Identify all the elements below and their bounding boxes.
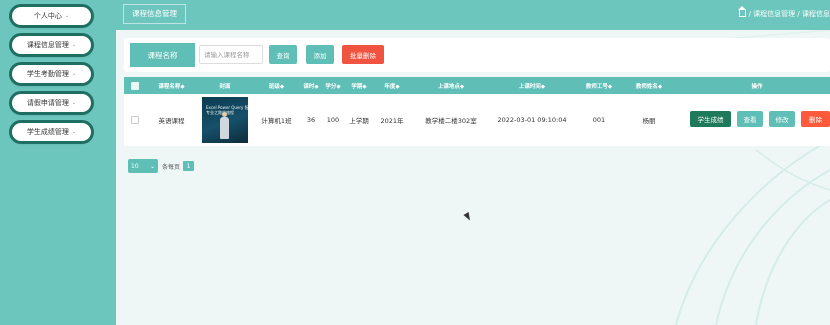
home-icon[interactable] [737, 6, 746, 17]
query-button[interactable]: 查询 [269, 45, 297, 64]
cell-year: 2021年 [380, 117, 404, 125]
select-all-checkbox[interactable] [130, 77, 140, 94]
nav-item-course-management[interactable]: 课程信息管理 ⌄ [12, 36, 91, 54]
per-page-label: 条每页 [162, 163, 181, 171]
add-button[interactable]: 添加 [306, 45, 334, 64]
table-header: 课程名称◆ 封面 班级◆ 课时◆ 学分◆ 学期◆ 年度◆ 上课地点◆ 上课时间◆… [124, 77, 830, 94]
nav-item-label: 学生成绩管理 [26, 128, 69, 136]
header-class[interactable]: 班级◆ [254, 77, 299, 94]
course-name-search-input[interactable] [199, 45, 263, 64]
page-size-select[interactable]: 10 ⌄ [128, 159, 158, 173]
header-hours[interactable]: 课时◆ [300, 77, 322, 94]
edit-button[interactable]: 修改 [769, 111, 795, 127]
background-decoration [495, 30, 830, 325]
cell-class: 计算机1班 [261, 117, 292, 125]
delete-button[interactable]: 删除 [801, 111, 830, 127]
student-grades-button[interactable]: 学生成绩 [690, 111, 731, 127]
cover-title: Excel Power Query 智能 专业之路的旅程 [206, 105, 248, 116]
cell-location: 教学楼二楼302室 [425, 117, 477, 125]
header-term[interactable]: 学期◆ [344, 77, 374, 94]
course-table: 课程名称◆ 封面 班级◆ 课时◆ 学分◆ 学期◆ 年度◆ 上课地点◆ 上课时间◆… [124, 77, 830, 146]
nav-item-label: 课程信息管理 [26, 41, 69, 49]
row-checkbox[interactable] [130, 94, 140, 146]
chevron-down-icon: ⌄ [71, 100, 77, 106]
page-title: 课程信息管理 [123, 4, 186, 24]
header-teacher-id[interactable]: 教师工号◆ [574, 77, 624, 94]
cell-course-name: 英语课程 [158, 117, 185, 125]
cell-term: 上学期 [349, 117, 369, 125]
search-bar: 课程名称 查询 添加 批量删除 [124, 38, 830, 72]
chevron-down-icon: ⌄ [71, 42, 77, 48]
main-content: 课程名称 查询 添加 批量删除 课程名称◆ 封面 班级◆ 课时◆ 学分◆ 学期◆… [116, 30, 830, 325]
breadcrumb-text: / 课程信息管理 / 课程信息 [748, 10, 830, 18]
cell-time: 2022-03-01 09:10:04 [497, 116, 567, 124]
course-name-label: 课程名称 [130, 43, 195, 67]
chevron-down-icon: ⌄ [71, 71, 77, 77]
page-number-button[interactable]: 1 [183, 161, 195, 171]
chevron-down-icon: ⌄ [149, 162, 155, 170]
pagination: 10 ⌄ 条每页 1 [128, 159, 195, 173]
header-cover: 封面 [219, 83, 231, 90]
breadcrumb: / 课程信息管理 / 课程信息 [737, 6, 830, 19]
nav-item-label: 请假申请管理 [26, 99, 69, 107]
chevron-down-icon: ⌄ [64, 13, 70, 19]
cell-cover: Excel Power Query 智能 专业之路的旅程 [200, 94, 250, 146]
page-size-value: 10 [131, 162, 139, 170]
batch-delete-button[interactable]: 批量删除 [342, 45, 384, 64]
course-cover-image: Excel Power Query 智能 专业之路的旅程 [202, 97, 248, 143]
nav-item-leave-management[interactable]: 请假申请管理 ⌄ [12, 94, 91, 112]
header-teacher-name[interactable]: 教师姓名◆ [624, 77, 674, 94]
top-header: 课程信息管理 / 课程信息管理 / 课程信息 [116, 0, 830, 30]
header-course-name[interactable]: 课程名称◆ [144, 77, 199, 94]
nav-item-label: 个人中心 [33, 12, 62, 20]
nav-item-personal-center[interactable]: 个人中心 ⌄ [12, 7, 91, 25]
cell-hours: 36 [306, 116, 316, 124]
cell-teacher-id: 001 [592, 116, 606, 124]
header-location[interactable]: 上课地点◆ [416, 77, 486, 94]
sidebar: 个人中心 ⌄ 课程信息管理 ⌄ 学生考勤管理 ⌄ 请假申请管理 ⌄ 学生成绩管理 ⌄ [0, 0, 116, 325]
chevron-down-icon: ⌄ [71, 129, 77, 135]
header-actions: 操作 [751, 83, 763, 90]
view-button[interactable]: 查看 [737, 111, 763, 127]
cell-teacher-name: 杨丽 [642, 117, 656, 125]
header-year[interactable]: 年度◆ [376, 77, 408, 94]
nav-item-attendance-management[interactable]: 学生考勤管理 ⌄ [12, 65, 91, 83]
table-row: 英语课程 Excel Power Query 智能 专业之路的旅程 计算机1班 … [124, 94, 830, 146]
header-time[interactable]: 上课时间◆ [492, 77, 572, 94]
header-credit[interactable]: 学分◆ [322, 77, 344, 94]
nav-item-grades-management[interactable]: 学生成绩管理 ⌄ [12, 123, 91, 141]
nav-item-label: 学生考勤管理 [26, 70, 69, 78]
cell-credit: 100 [326, 116, 340, 124]
